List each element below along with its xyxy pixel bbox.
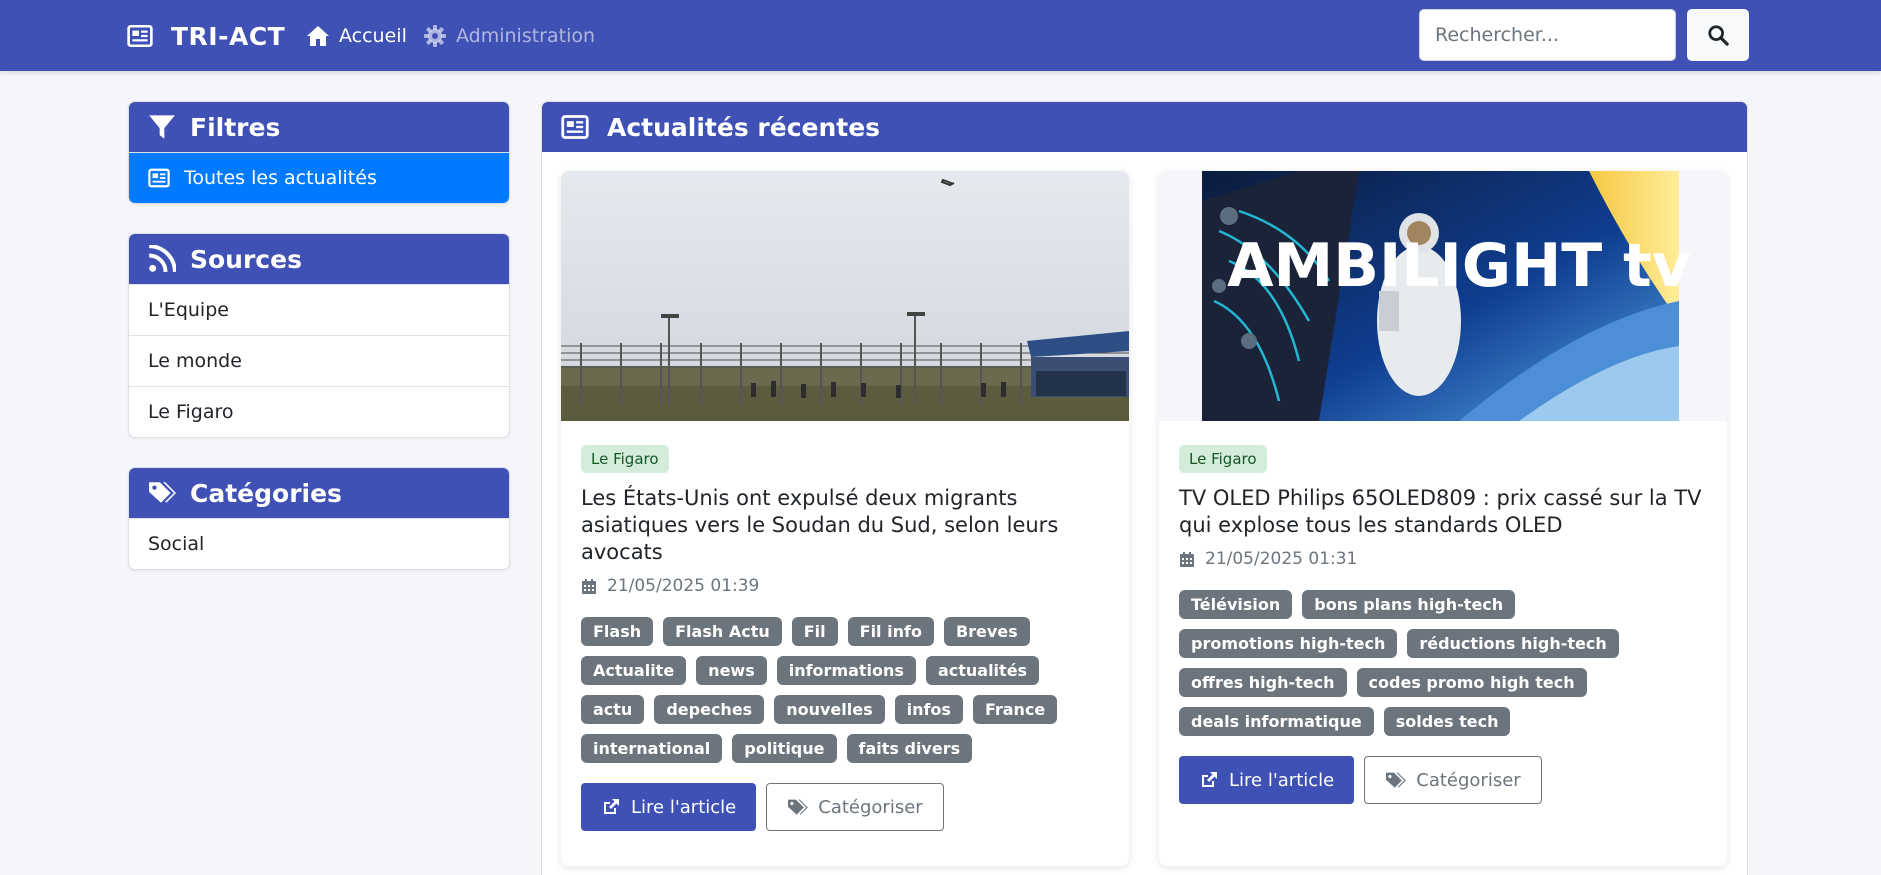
read-article-label: Lire l'article bbox=[1229, 769, 1335, 791]
tag[interactable]: bons plans high-tech bbox=[1302, 590, 1516, 619]
tag[interactable]: nouvelles bbox=[774, 695, 885, 724]
source-badge: Le Figaro bbox=[1179, 445, 1267, 473]
brand-name: TRI-ACT bbox=[171, 21, 286, 51]
source-badge: Le Figaro bbox=[581, 445, 669, 473]
tag[interactable]: réductions high-tech bbox=[1407, 629, 1619, 658]
tag[interactable]: depeches bbox=[654, 695, 765, 724]
image-caption: AMBILIGHT tv bbox=[1227, 231, 1691, 301]
search-button[interactable] bbox=[1687, 9, 1749, 61]
tag[interactable]: faits divers bbox=[846, 734, 973, 763]
tag-list: Flash Flash Actu Fil Fil info Breves Act… bbox=[581, 617, 1109, 763]
tag[interactable]: soldes tech bbox=[1383, 707, 1511, 736]
home-icon bbox=[307, 26, 329, 46]
rss-icon bbox=[148, 245, 176, 273]
newspaper-icon bbox=[561, 115, 589, 139]
categories-header: Catégories bbox=[129, 468, 509, 518]
filters-header: Filtres bbox=[129, 102, 509, 152]
tag[interactable]: Télévision bbox=[1179, 590, 1293, 619]
sources-card: Sources L'Equipe Le monde Le Figaro bbox=[128, 233, 510, 438]
categories-card: Catégories Social bbox=[128, 467, 510, 570]
article-card: AMBILIGHT tv Le Figaro TV OLED Philips 6… bbox=[1159, 171, 1727, 866]
tag[interactable]: news bbox=[696, 656, 767, 685]
search-icon bbox=[1708, 25, 1729, 46]
read-article-label: Lire l'article bbox=[631, 796, 737, 818]
filter-icon bbox=[149, 115, 175, 139]
categorize-button[interactable]: Catégoriser bbox=[766, 783, 944, 831]
article-actions: Lire l'article Catégoriser bbox=[1179, 756, 1707, 804]
article-image[interactable] bbox=[561, 171, 1129, 421]
tag[interactable]: deals informatique bbox=[1179, 707, 1374, 736]
read-article-button[interactable]: Lire l'article bbox=[581, 783, 757, 831]
tag[interactable]: international bbox=[581, 734, 723, 763]
tag[interactable]: politique bbox=[732, 734, 837, 763]
nav-link-accueil[interactable]: Accueil bbox=[306, 22, 407, 50]
external-link-icon bbox=[604, 799, 619, 814]
article-date: 21/05/2025 01:39 bbox=[581, 576, 1109, 596]
newspaper-icon bbox=[127, 24, 153, 48]
categorize-label: Catégoriser bbox=[818, 796, 923, 818]
tag[interactable]: informations bbox=[776, 656, 916, 685]
article-card: Le Figaro Les États-Unis ont expulsé deu… bbox=[561, 171, 1129, 866]
article-title[interactable]: Les États-Unis ont expulsé deux migrants… bbox=[581, 485, 1109, 566]
tag[interactable]: Fil info bbox=[847, 617, 934, 646]
calendar-icon bbox=[1180, 551, 1194, 567]
brand[interactable]: TRI-ACT bbox=[127, 20, 285, 52]
recent-news-title: Actualités récentes bbox=[607, 112, 881, 142]
tag[interactable]: Flash bbox=[581, 617, 654, 646]
article-image[interactable]: AMBILIGHT tv bbox=[1159, 171, 1727, 421]
source-item-le-monde[interactable]: Le monde bbox=[129, 335, 509, 386]
filters-title: Filtres bbox=[190, 112, 281, 142]
tag-list: Télévision bons plans high-tech promotio… bbox=[1179, 590, 1707, 736]
tag[interactable]: Breves bbox=[943, 617, 1030, 646]
tag[interactable]: offres high-tech bbox=[1179, 668, 1347, 697]
article-date-text: 21/05/2025 01:39 bbox=[607, 576, 760, 596]
article-actions: Lire l'article Catégoriser bbox=[581, 783, 1109, 831]
nav-link-label: Accueil bbox=[339, 25, 407, 47]
read-article-button[interactable]: Lire l'article bbox=[1179, 756, 1355, 804]
article-date-text: 21/05/2025 01:31 bbox=[1205, 549, 1358, 569]
article-title[interactable]: TV OLED Philips 65OLED809 : prix cassé s… bbox=[1179, 485, 1707, 539]
tag[interactable]: Flash Actu bbox=[663, 617, 782, 646]
article-date: 21/05/2025 01:31 bbox=[1179, 549, 1707, 569]
sources-title: Sources bbox=[190, 244, 302, 274]
filter-item-all-news[interactable]: Toutes les actualités bbox=[129, 152, 509, 203]
tag[interactable]: Fil bbox=[791, 617, 838, 646]
tag[interactable]: actu bbox=[581, 695, 645, 724]
external-link-icon bbox=[1202, 772, 1217, 787]
sources-header: Sources bbox=[129, 234, 509, 284]
nav-link-administration[interactable]: Administration bbox=[423, 22, 595, 50]
source-item-le-figaro[interactable]: Le Figaro bbox=[129, 386, 509, 437]
gear-icon bbox=[424, 25, 446, 47]
tags-icon bbox=[149, 482, 176, 503]
tag[interactable]: actualités bbox=[925, 656, 1040, 685]
recent-news-header: Actualités récentes bbox=[542, 102, 1747, 152]
tags-icon bbox=[1386, 772, 1407, 788]
categorize-button[interactable]: Catégoriser bbox=[1364, 756, 1542, 804]
top-navbar: TRI-ACT Accueil Administration bbox=[0, 0, 1881, 71]
category-item-social[interactable]: Social bbox=[129, 518, 509, 569]
tag[interactable]: France bbox=[972, 695, 1058, 724]
tag[interactable]: infos bbox=[894, 695, 963, 724]
search-input[interactable] bbox=[1419, 9, 1676, 61]
filters-card: Filtres Toutes les actualités bbox=[128, 101, 510, 204]
tag[interactable]: Actualite bbox=[581, 656, 687, 685]
nav-link-label: Administration bbox=[456, 25, 596, 47]
source-item-lequipe[interactable]: L'Equipe bbox=[129, 284, 509, 335]
tag[interactable]: codes promo high tech bbox=[1356, 668, 1587, 697]
newspaper-icon bbox=[148, 168, 170, 188]
filter-item-label: Toutes les actualités bbox=[184, 167, 377, 189]
categories-title: Catégories bbox=[190, 478, 342, 508]
tag[interactable]: promotions high-tech bbox=[1179, 629, 1398, 658]
categorize-label: Catégoriser bbox=[1416, 769, 1521, 791]
calendar-icon bbox=[582, 578, 596, 594]
tags-icon bbox=[788, 799, 809, 815]
